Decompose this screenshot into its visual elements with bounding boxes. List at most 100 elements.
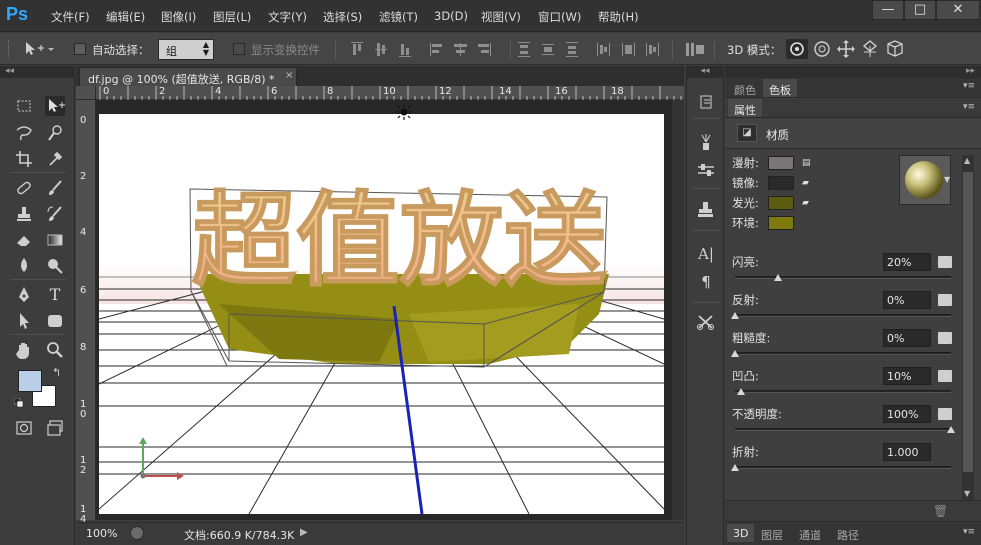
history-panel-icon[interactable] [695, 92, 717, 112]
folder-icon[interactable] [938, 332, 952, 344]
shine-slider-knob[interactable] [774, 274, 782, 281]
folder-icon[interactable] [938, 294, 952, 306]
document-tab[interactable]: df.jpg @ 100% (超值放送, RGB/8) * [79, 67, 297, 86]
refraction-slider-knob[interactable] [731, 464, 739, 471]
menu-type[interactable]: 文字(Y) [268, 9, 307, 25]
tab-channels[interactable]: 通道 [793, 524, 827, 542]
adjustments-icon[interactable] [695, 160, 717, 180]
panel-menu-icon[interactable]: ▾≡ [963, 102, 975, 112]
menu-3d[interactable]: 3D(D) [434, 9, 468, 23]
menu-select[interactable]: 选择(S) [323, 9, 362, 25]
auto-align-icon[interactable] [684, 41, 708, 59]
zoom-tool-icon[interactable] [45, 340, 65, 360]
bump-slider-knob[interactable] [737, 388, 745, 395]
move-tool-icon[interactable] [45, 96, 65, 116]
light-icon[interactable] [396, 104, 412, 120]
roughness-slider-knob[interactable] [731, 350, 739, 357]
folder-icon[interactable]: ▰ [802, 178, 812, 188]
type-tool-icon[interactable]: T [45, 285, 65, 305]
clone-stamp-tool-icon[interactable] [14, 204, 34, 224]
brush-tool-icon[interactable] [45, 178, 65, 198]
screen-mode-icon[interactable] [45, 418, 65, 438]
tab-swatches[interactable]: 色板 [763, 79, 797, 97]
auto-select-checkbox[interactable] [74, 43, 86, 55]
auto-select-dropdown[interactable]: 组 ▲ ▼ [158, 39, 214, 60]
tab-color[interactable]: 颜色 [728, 79, 762, 97]
reflection-input[interactable]: 0% [883, 291, 931, 309]
bump-input[interactable]: 10% [883, 367, 931, 385]
illumination-color-swatch[interactable] [768, 196, 794, 210]
panel-menu-icon[interactable]: ▾≡ [963, 81, 975, 91]
menu-window[interactable]: 窗口(W) [538, 9, 581, 25]
refraction-slider-track[interactable] [735, 466, 951, 469]
hand-tool-icon[interactable] [14, 340, 34, 360]
3d-text[interactable]: 超值放送 [191, 181, 608, 302]
opacity-slider-knob[interactable] [947, 426, 955, 433]
shine-input[interactable]: 20% [883, 253, 931, 271]
document-vertical-scrollbar[interactable] [672, 100, 684, 520]
tab-properties[interactable]: 属性 [728, 99, 762, 117]
crop-tool-icon[interactable] [14, 149, 34, 169]
menu-layer[interactable]: 图层(L) [213, 9, 251, 25]
path-select-tool-icon[interactable] [14, 311, 34, 331]
menu-edit[interactable]: 编辑(E) [106, 9, 145, 25]
menu-file[interactable]: 文件(F) [51, 9, 90, 25]
lasso-tool-icon[interactable] [14, 123, 34, 143]
panel-header[interactable]: ▸▸ [725, 66, 981, 78]
tools-panel-header[interactable]: ◂◂ [0, 66, 75, 78]
clone-source-icon[interactable] [695, 200, 717, 220]
scroll-down-icon[interactable]: ▼ [964, 489, 970, 498]
shape-tool-icon[interactable] [45, 311, 65, 331]
close-button[interactable]: ✕ [936, 0, 980, 20]
menu-filter[interactable]: 滤镜(T) [379, 9, 418, 25]
eraser-tool-icon[interactable] [14, 230, 34, 250]
collapse-icon[interactable]: ▸▸ [966, 66, 975, 76]
folder-icon[interactable] [938, 370, 952, 382]
refraction-input[interactable]: 1.000 [883, 443, 931, 461]
show-transform-checkbox[interactable] [233, 43, 245, 55]
tab-layers[interactable]: 图层 [755, 524, 789, 542]
status-info-icon[interactable] [130, 526, 144, 540]
specular-color-swatch[interactable] [768, 176, 794, 190]
folder-icon[interactable]: ▰ [802, 198, 812, 208]
status-menu-arrow-icon[interactable]: ▶ [300, 527, 308, 538]
texture-file-icon[interactable]: ▤ [802, 158, 812, 168]
panel-menu-icon[interactable]: ▾≡ [963, 527, 975, 537]
reflection-slider-track[interactable] [735, 314, 951, 317]
trash-icon[interactable]: 🗑 [933, 504, 948, 518]
menu-image[interactable]: 图像(I) [161, 9, 196, 25]
folder-icon[interactable] [938, 408, 952, 420]
minimize-button[interactable]: — [872, 0, 904, 20]
pen-tool-icon[interactable] [14, 285, 34, 305]
folder-icon[interactable] [938, 256, 952, 268]
reflection-slider-knob[interactable] [731, 312, 739, 319]
scroll-up-icon[interactable]: ▲ [964, 156, 970, 165]
document-canvas[interactable]: 超值放送 [99, 114, 664, 514]
opacity-slider-track[interactable] [735, 428, 951, 431]
menu-help[interactable]: 帮助(H) [598, 9, 639, 25]
quick-mask-icon[interactable] [14, 418, 34, 438]
blur-tool-icon[interactable] [14, 256, 34, 276]
history-brush-tool-icon[interactable] [45, 204, 65, 224]
quick-select-tool-icon[interactable] [45, 123, 65, 143]
tab-close-icon[interactable]: × [285, 70, 293, 81]
marquee-tool-icon[interactable] [14, 96, 34, 116]
tool-presets-icon[interactable] [695, 312, 717, 332]
paragraph-panel-icon[interactable]: ¶ [695, 272, 717, 292]
tab-paths[interactable]: 路径 [831, 524, 865, 542]
opacity-input[interactable]: 100% [883, 405, 931, 423]
eyedropper-tool-icon[interactable] [45, 149, 65, 169]
ambient-color-swatch[interactable] [768, 216, 794, 230]
default-colors-icon[interactable] [13, 397, 24, 408]
gradient-tool-icon[interactable] [45, 230, 65, 250]
diffuse-color-swatch[interactable] [768, 156, 794, 170]
preview-dropdown-icon[interactable]: ▼ [944, 175, 950, 184]
brush-presets-icon[interactable] [695, 132, 717, 152]
healing-brush-tool-icon[interactable] [14, 178, 34, 198]
move-tool-preset-icon[interactable] [22, 40, 56, 58]
swap-colors-icon[interactable]: ↰ [52, 366, 61, 379]
bump-slider-track[interactable] [735, 390, 951, 393]
zoom-level[interactable]: 100% [86, 527, 117, 540]
menu-view[interactable]: 视图(V) [481, 9, 521, 25]
character-panel-icon[interactable]: A| [695, 244, 717, 264]
